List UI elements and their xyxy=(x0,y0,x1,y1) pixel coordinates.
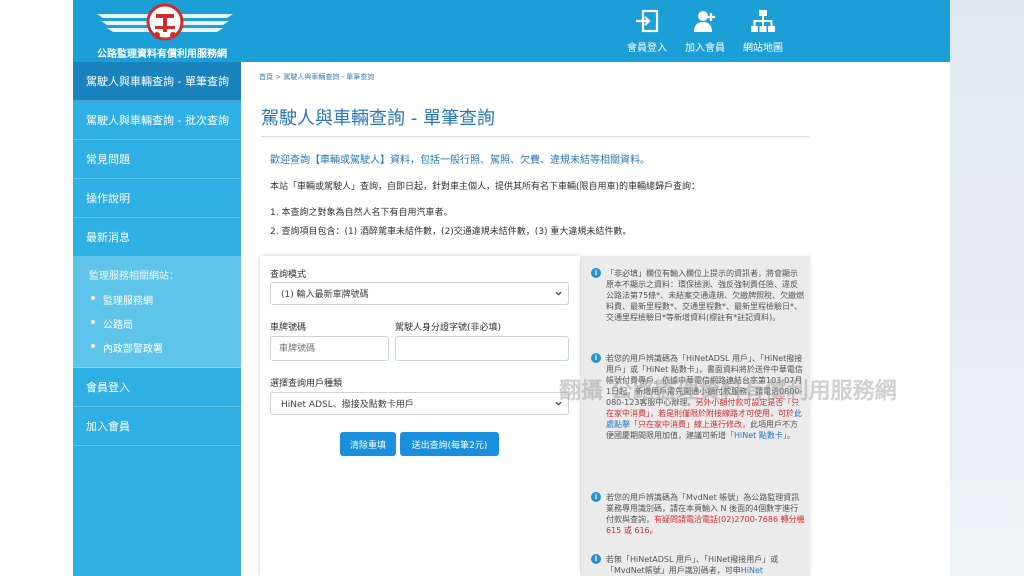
sidebar-item-instructions[interactable]: 操作說明 xyxy=(73,179,241,218)
nav-join[interactable]: 加入會員 xyxy=(676,8,734,54)
sidebar-item-join[interactable]: 加入會員 xyxy=(73,407,241,446)
sidebar-item-label: 常見問題 xyxy=(86,153,130,166)
info-icon: i xyxy=(591,353,601,363)
info-item: i 若您的用戶辨識碼為「HiNetADSL 用戶」、「HiNet撥接 用戶」或「… xyxy=(591,353,805,441)
sidebar-item-single-query[interactable]: 駕駛人與車輛查詢 - 單筆查詢 xyxy=(73,62,241,101)
info-text: 若您的用戶辨識碼為「MvdNet 帳號」為公路監理資訊業務專用識別碼，請在本頁輸… xyxy=(606,492,805,536)
info-item: i 「非必填」欄位有輸入欄位上提示的資訊者，將會顯示原本不顯示之資料：環保檢測、… xyxy=(591,268,805,323)
sidebar-item-faq[interactable]: 常見問題 xyxy=(73,140,241,179)
breadcrumb[interactable]: 首頁 > 駕駛人與車輛查詢 - 單筆查詢 xyxy=(259,72,374,82)
info-item: i 若無「HiNetADSL 用戶」、「HiNet撥接用戶」或「MvdNet帳號… xyxy=(591,554,805,576)
info-icon: i xyxy=(591,268,601,278)
nav-sitemap[interactable]: 網站地圖 xyxy=(734,8,792,54)
add-user-icon xyxy=(694,11,715,32)
sidebar: 駕駛人與車輛查詢 - 單筆查詢 駕駛人與車輛查詢 - 批次查詢 常見問題 操作說… xyxy=(73,62,241,576)
page-background-right xyxy=(950,0,1024,576)
header-bar: 公路監理資料有償利用服務網 會員登入 加入會員 網站地圖 xyxy=(73,0,950,62)
info-link[interactable]: HiNet xyxy=(741,566,763,575)
nav-login[interactable]: 會員登入 xyxy=(618,8,676,54)
info-item: i 若您的用戶辨識碼為「MvdNet 帳號」為公路監理資訊業務專用識別碼，請在本… xyxy=(591,492,805,536)
login-icon xyxy=(636,9,659,33)
driver-id-input[interactable] xyxy=(395,336,569,361)
info-text-part: 。 xyxy=(786,431,795,440)
nav-sitemap-label: 網站地圖 xyxy=(743,43,783,54)
query-mode-value: (1) 輸入最新車牌號碼 xyxy=(281,290,369,300)
info-panel: i 「非必填」欄位有輸入欄位上提示的資訊者，將會顯示原本不顯示之資料：環保檢測、… xyxy=(581,256,810,576)
info-text: 「非必填」欄位有輸入欄位上提示的資訊者，將會顯示原本不顯示之資料：環保檢測、強反… xyxy=(606,269,805,322)
sidebar-item-label: 最新消息 xyxy=(86,231,130,244)
sidebar-item-label: 加入會員 xyxy=(86,420,130,433)
sidebar-item-login[interactable]: 會員登入 xyxy=(73,368,241,407)
related-sites: 監理服務相關網站： 監理服務網 公路局 內政部警政署 xyxy=(73,257,241,368)
related-link[interactable]: 公路局 xyxy=(89,316,241,331)
nav-join-label: 加入會員 xyxy=(685,43,725,54)
sitemap-icon xyxy=(751,10,775,32)
sidebar-item-label: 駕駛人與車輛查詢 - 單筆查詢 xyxy=(86,75,229,88)
mode-label: 查詢模式 xyxy=(270,270,307,280)
sidebar-item-label: 駕駛人與車輛查詢 - 批次查詢 xyxy=(86,114,229,127)
sidebar-item-news[interactable]: 最新消息 xyxy=(73,218,241,257)
top-nav: 會員登入 加入會員 網站地圖 xyxy=(618,8,792,54)
title-divider xyxy=(261,136,809,137)
info-link[interactable]: 「HiNet 點數卡」 xyxy=(726,431,787,440)
info-text: 若您的用戶辨識碼為「HiNetADSL 用戶」、「HiNet撥接 用戶」或「Hi… xyxy=(606,353,805,441)
user-type-select[interactable]: HiNet ADSL、撥接及點數卡用戶 xyxy=(270,392,569,415)
intro-line: 2. 查詢項目包含：(1) 酒醉駕車未結件數，(2)交通違規未結件數，(3) 重… xyxy=(270,227,632,237)
related-sites-title: 監理服務相關網站： xyxy=(89,271,179,282)
chevron-down-icon xyxy=(555,291,562,296)
info-text-warning: 「只在家中消費」線上進行修改， xyxy=(630,420,750,429)
sidebar-item-label: 會員登入 xyxy=(86,381,130,394)
main-content: 首頁 > 駕駛人與車輛查詢 - 單筆查詢 駕駛人與車輛查詢 - 單筆查詢 歡迎查… xyxy=(241,62,950,576)
sidebar-item-batch-query[interactable]: 駕駛人與車輛查詢 - 批次查詢 xyxy=(73,101,241,140)
nav-login-label: 會員登入 xyxy=(627,43,667,54)
info-icon: i xyxy=(591,554,601,564)
intro-line: 1. 本查詢之對象為自然人名下有自用汽車者。 xyxy=(270,208,453,218)
clear-button[interactable]: 清除重填 xyxy=(340,432,396,456)
plate-number-input[interactable] xyxy=(270,336,389,361)
sidebar-item-label: 操作說明 xyxy=(86,192,130,205)
page-title: 駕駛人與車輛查詢 - 單筆查詢 xyxy=(261,108,495,129)
id-label: 駕駛人身分證字號(非必填) xyxy=(395,323,502,333)
related-link[interactable]: 內政部警政署 xyxy=(89,340,241,355)
info-text: 若無「HiNetADSL 用戶」、「HiNet撥接用戶」或「MvdNet帳號」用… xyxy=(606,554,805,576)
submit-query-button[interactable]: 送出查詢(每筆2元) xyxy=(400,432,499,456)
user-type-label: 選擇查詢用戶種類 xyxy=(270,379,343,389)
info-icon: i xyxy=(591,492,601,502)
query-form: 查詢模式 (1) 輸入最新車牌號碼 車牌號碼 駕駛人身分證字號(非必填) 選擇查… xyxy=(260,256,580,576)
welcome-text: 歡迎查詢【車輛或駕駛人】資料，包括一般行照、駕照、欠費、違規未結等相關資料。 xyxy=(270,155,650,166)
intro-line: 本站「車輛或駕駛人」查詢，自即日起，針對車主個人，提供其所有名下車輛(限自用車)… xyxy=(270,182,701,192)
plate-label: 車牌號碼 xyxy=(270,323,307,333)
site-name: 公路監理資料有償利用服務網 xyxy=(97,49,227,60)
related-link[interactable]: 監理服務網 xyxy=(89,292,241,307)
user-type-value: HiNet ADSL、撥接及點數卡用戶 xyxy=(281,400,414,410)
site-logo[interactable] xyxy=(95,2,235,48)
query-mode-select[interactable]: (1) 輸入最新車牌號碼 xyxy=(270,282,569,305)
chevron-down-icon xyxy=(555,401,562,406)
